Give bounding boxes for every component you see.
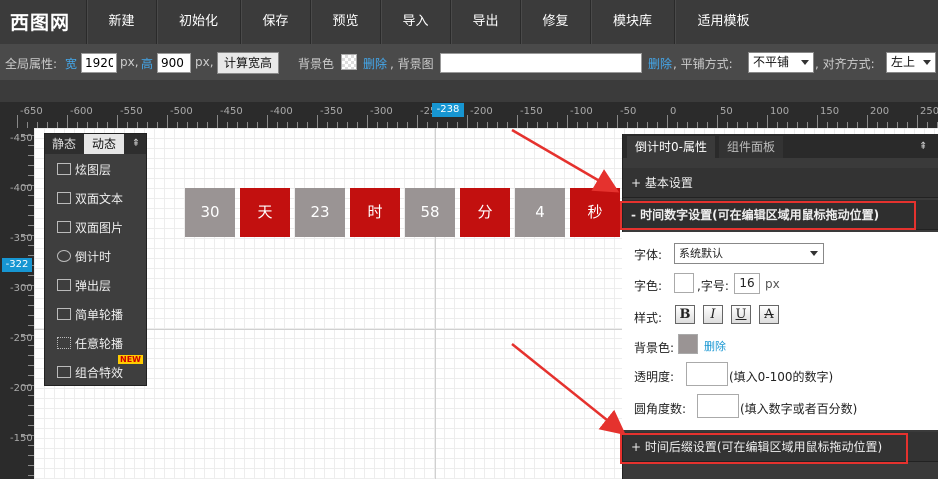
arrow-to-suffix-settings bbox=[511, 343, 626, 436]
arrow-to-digit-settings bbox=[511, 128, 620, 193]
annotation-arrows bbox=[511, 128, 626, 436]
